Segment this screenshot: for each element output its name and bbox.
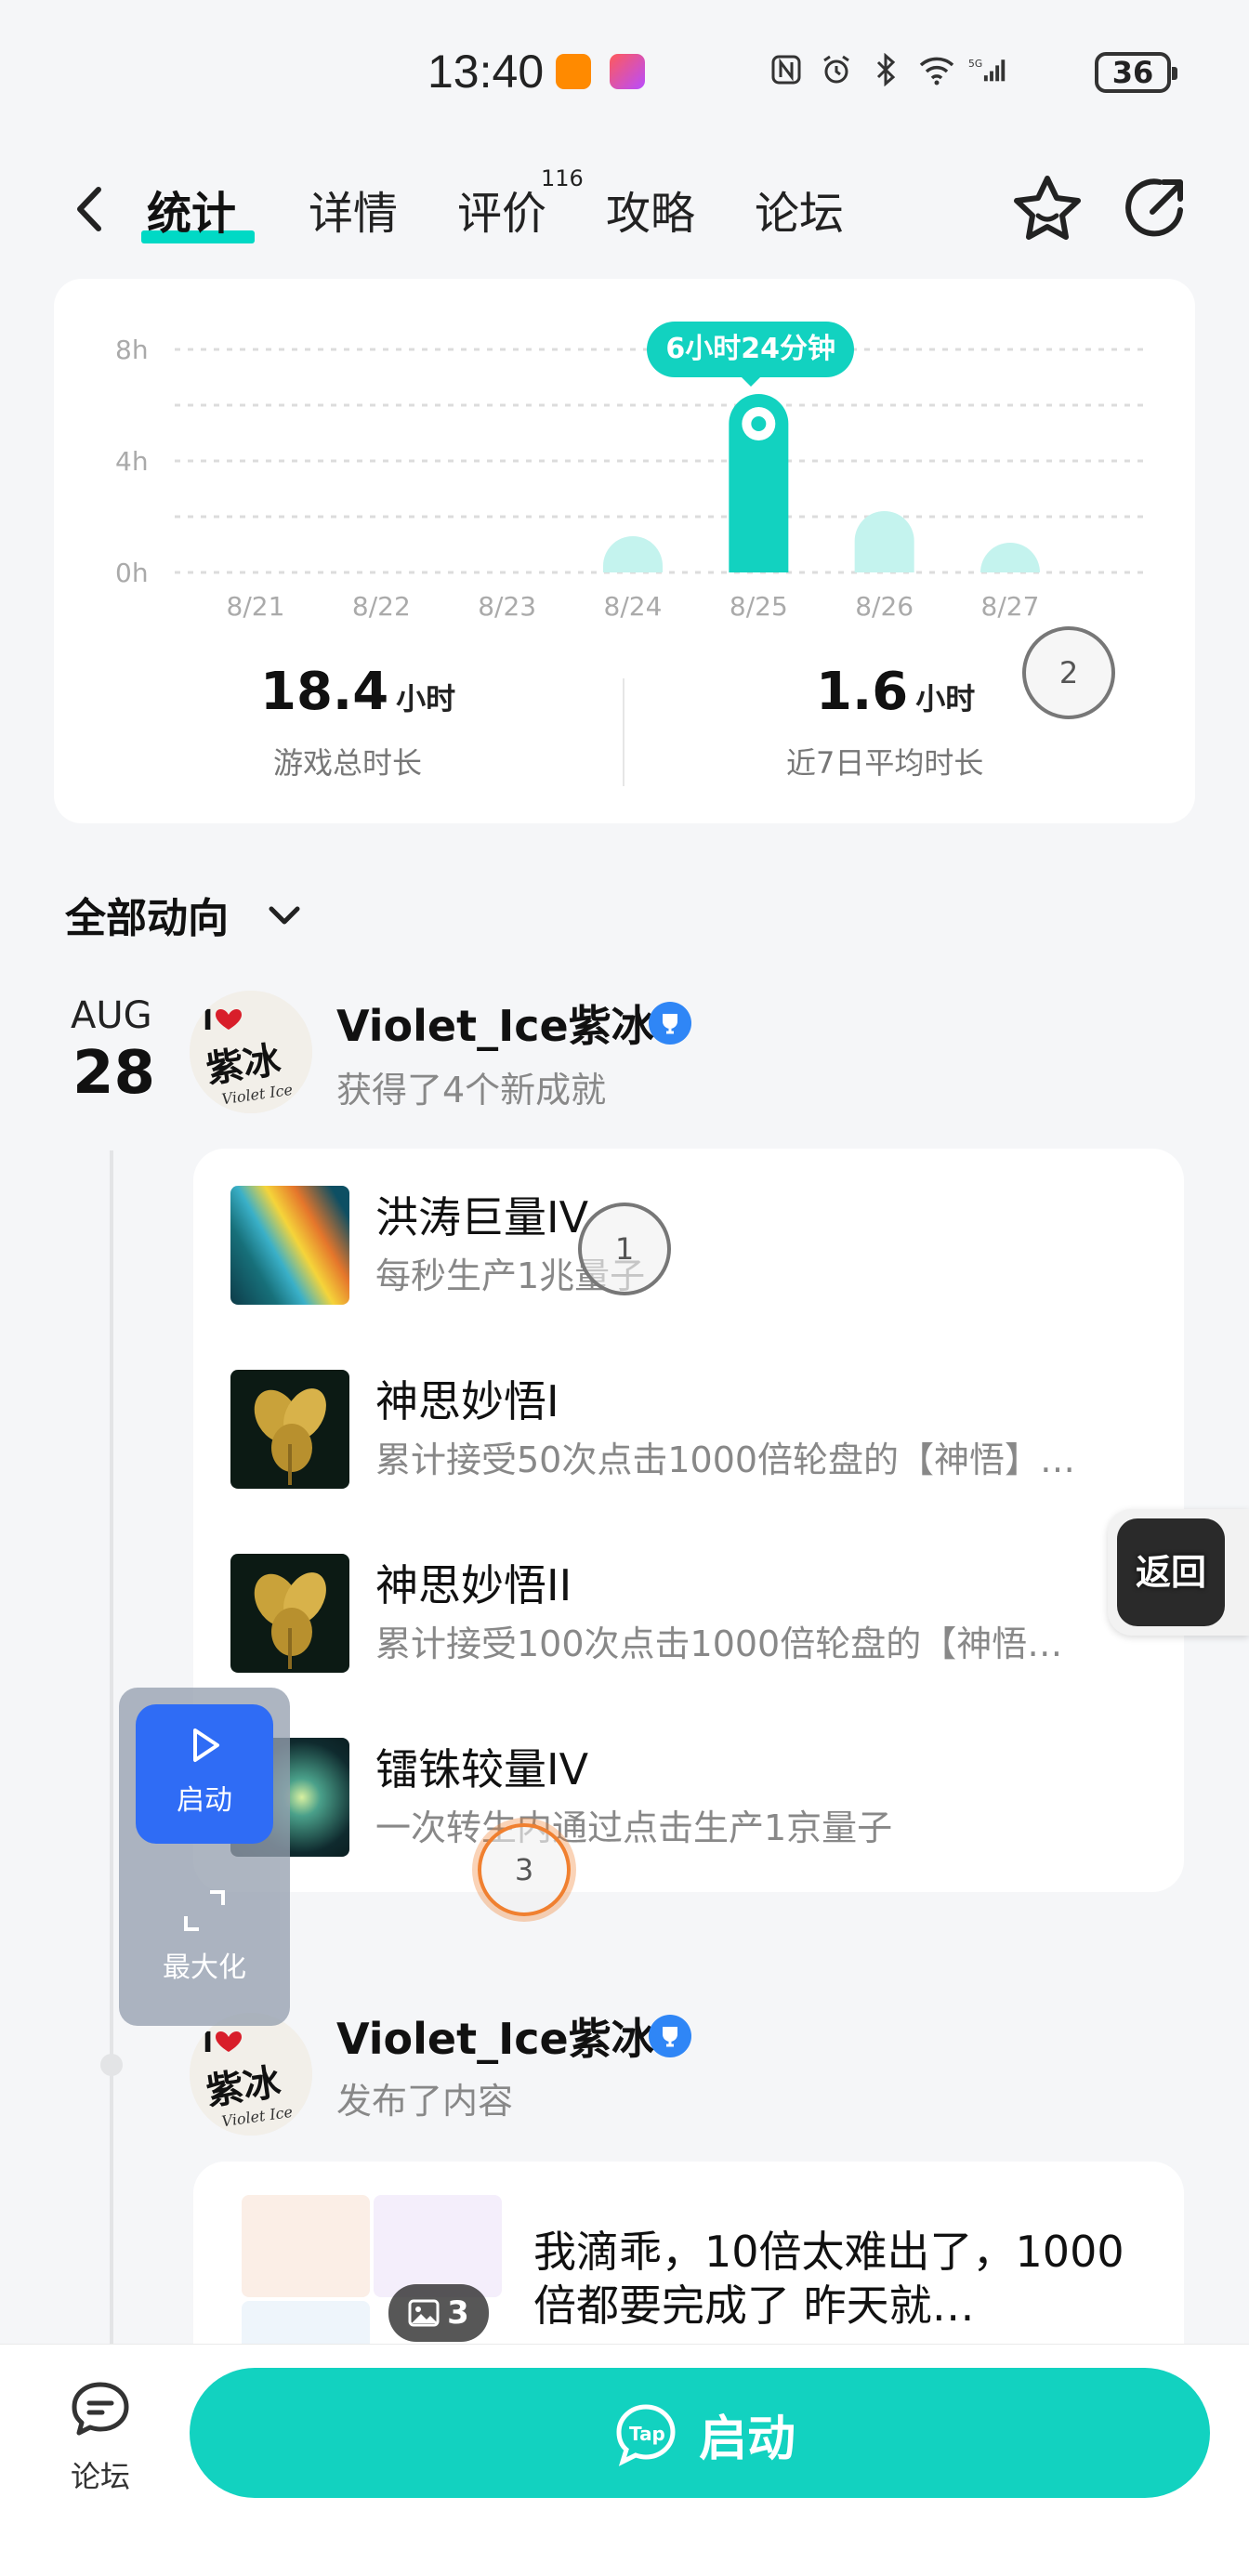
user-action: 获得了4个新成就: [336, 1070, 607, 1111]
y-tick-label: 0h: [115, 558, 149, 588]
avatar[interactable]: I 紫冰 Violet Ice: [190, 991, 312, 1113]
x-tick-label: 8/23: [478, 591, 536, 622]
y-tick-label: 4h: [115, 446, 149, 477]
achievement-name: 神思妙悟II: [375, 1560, 572, 1610]
achievement-name: 镭铢较量IV: [375, 1744, 589, 1794]
timeline-line: [110, 1150, 113, 2344]
chart-bar: [603, 536, 663, 572]
x-tick-label: 8/25: [730, 591, 788, 622]
launch-button[interactable]: Tap 启动: [190, 2368, 1210, 2498]
forum-label[interactable]: 论坛: [71, 2453, 130, 2496]
feed-date-day: 28: [72, 1039, 156, 1108]
taptap-icon: Tap: [613, 2401, 678, 2466]
image-icon: [408, 2299, 440, 2327]
y-tick-label: 8h: [115, 335, 149, 365]
user-action: 发布了内容: [336, 2081, 514, 2122]
forum-icon[interactable]: [65, 2375, 136, 2446]
achievement-image: [230, 1554, 349, 1673]
avg-playtime-label: 近7日平均时长: [786, 745, 984, 781]
verified-badge-icon: [649, 2015, 691, 2057]
achievement-desc: 每秒生产1兆量子: [375, 1255, 646, 1296]
svg-text:I: I: [203, 1005, 213, 1037]
float-maximize-label: 最大化: [163, 1952, 246, 1984]
marker-1: 1: [578, 1203, 671, 1295]
alarm-icon: [818, 51, 855, 88]
x-tick-label: 8/26: [855, 591, 914, 622]
achievement-item[interactable]: 神思妙悟II 累计接受100次点击1000倍轮盘的【神悟…: [230, 1541, 1160, 1680]
timeline-dot: [100, 2054, 123, 2076]
status-time: 13:40: [427, 46, 545, 98]
achievement-desc: 累计接受100次点击1000倍轮盘的【神悟…: [375, 1623, 1063, 1664]
float-start-label: 启动: [177, 1784, 232, 1817]
chart-bar: [980, 543, 1040, 572]
chart-bar: [854, 511, 914, 572]
total-playtime: 18.4 小时: [260, 662, 455, 722]
post-image-thumb: [242, 2195, 370, 2297]
avg-playtime-unit: 小时: [915, 681, 976, 716]
post-text[interactable]: 我滴乖，10倍太难出了，1000倍都要完成了 昨天就…: [533, 2225, 1147, 2333]
launch-label: 启动: [699, 2412, 796, 2467]
total-playtime-label: 游戏总时长: [273, 745, 423, 781]
playtime-bar-chart: 0h 4h 8h 8/21 8/22 8/23 8/24 8/25 8/26 8/27: [115, 335, 1143, 622]
svg-text:5G: 5G: [968, 58, 982, 70]
return-button-label[interactable]: 返回: [1117, 1518, 1225, 1626]
user-name[interactable]: Violet_Ice紫冰: [336, 2005, 654, 2067]
marker-3: 3: [478, 1823, 571, 1916]
chevron-down-icon[interactable]: [266, 898, 303, 935]
chart-tooltip: 6小时24分钟: [647, 322, 854, 387]
feed-date-month: AUG: [71, 994, 152, 1037]
tab-forum[interactable]: 论坛: [755, 177, 844, 242]
5g-signal-icon: 5G: [968, 51, 1006, 88]
playtime-stats-card: 0h 4h 8h 8/21 8/22 8/23 8/24 8/25 8/26 8/27 6小时2…: [54, 279, 1195, 823]
feed-filter-dropdown[interactable]: 全部动向: [65, 885, 229, 944]
nfc-icon: [768, 51, 805, 88]
notification-app-icon: [610, 54, 645, 89]
float-start-button[interactable]: 启动: [136, 1704, 273, 1844]
svg-text:I: I: [203, 2027, 213, 2059]
maximize-icon: [184, 1890, 225, 1931]
achievements-card[interactable]: 洪涛巨量IV 每秒生产1兆量子 神思妙悟I 累计接受50次点击1000倍轮盘的【…: [193, 1149, 1184, 1892]
achievement-desc: 累计接受50次点击1000倍轮盘的【神悟】…: [375, 1439, 1076, 1480]
avatar[interactable]: I 紫冰 Violet Ice: [190, 2013, 312, 2136]
x-tick-label: 8/24: [604, 591, 663, 622]
tab-stats[interactable]: 统计: [147, 177, 236, 242]
stats-divider: [623, 678, 624, 786]
battery-indicator: 36: [1095, 52, 1177, 93]
avg-playtime-value: 1.6: [816, 662, 909, 722]
svg-text:Tap: Tap: [629, 2423, 665, 2445]
tab-reviews[interactable]: 评价: [457, 177, 546, 242]
tab-details[interactable]: 详情: [309, 177, 398, 242]
achievement-name: 神思妙悟I: [375, 1376, 559, 1426]
post-image-thumb: [374, 2195, 502, 2297]
marker-2: 2: [1022, 626, 1115, 719]
x-tick-label: 8/22: [352, 591, 411, 622]
achievement-item[interactable]: 洪涛巨量IV 每秒生产1兆量子: [230, 1173, 1160, 1312]
bluetooth-icon: [868, 51, 905, 88]
notification-app-icon: [556, 54, 591, 89]
user-name[interactable]: Violet_Ice紫冰: [336, 992, 654, 1054]
achievement-image: [230, 1370, 349, 1489]
wifi-icon: [918, 51, 955, 88]
image-count: 3: [447, 2294, 469, 2332]
achievement-image: [230, 1186, 349, 1305]
x-tick-label: 8/21: [227, 591, 285, 622]
verified-badge-icon: [649, 1002, 691, 1045]
achievement-item[interactable]: 镭铢较量IV 一次转生内通过点击生产1京量子: [230, 1725, 1160, 1864]
achievement-item[interactable]: 神思妙悟I 累计接受50次点击1000倍轮盘的【神悟】…: [230, 1357, 1160, 1496]
avg-playtime: 1.6 小时: [816, 662, 975, 722]
back-icon[interactable]: [65, 177, 121, 242]
favorite-star-icon[interactable]: [1007, 169, 1087, 249]
tab-guides[interactable]: 攻略: [606, 177, 695, 242]
share-icon[interactable]: [1115, 169, 1195, 249]
achievement-name: 洪涛巨量IV: [375, 1192, 589, 1242]
image-count-badge: 3: [388, 2284, 489, 2342]
review-count-badge: 116: [541, 165, 584, 191]
total-playtime-unit: 小时: [396, 681, 456, 716]
x-tick-label: 8/27: [981, 591, 1040, 622]
float-maximize-button[interactable]: 最大化: [136, 1872, 273, 2011]
status-icons: 5G: [768, 46, 1006, 93]
chart-bar-point-inner: [751, 416, 767, 431]
play-icon: [193, 1728, 219, 1762]
total-playtime-value: 18.4: [260, 662, 389, 722]
